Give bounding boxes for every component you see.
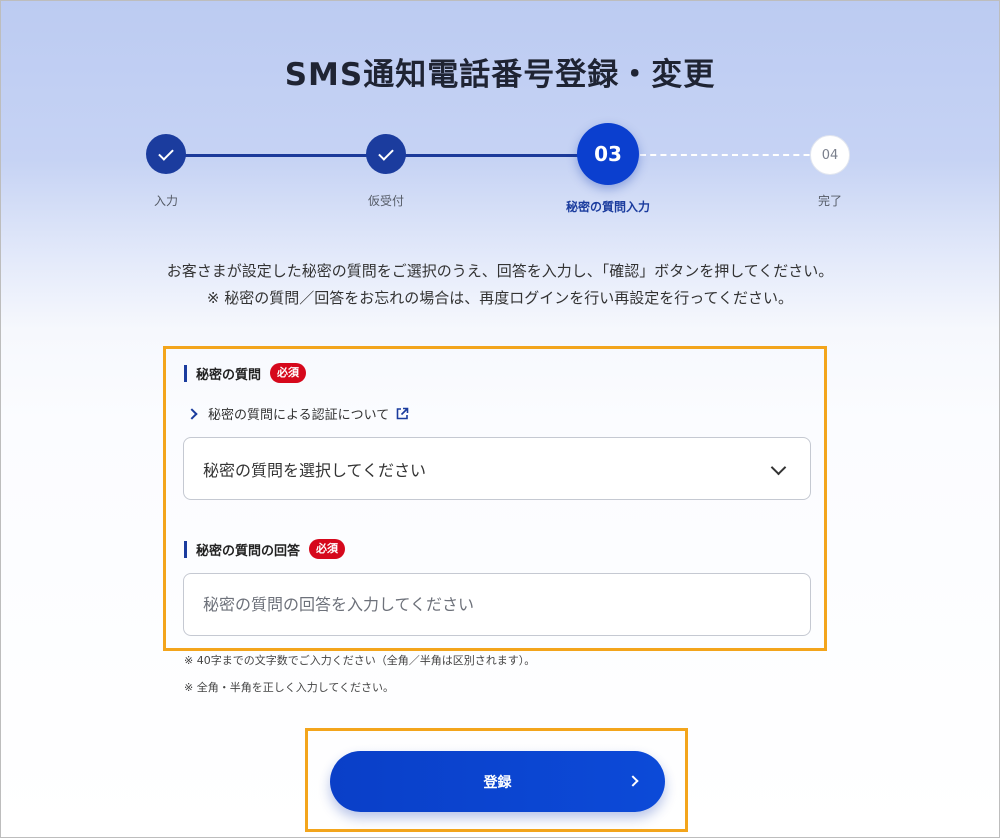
check-icon: [158, 144, 174, 161]
input-note-2: ※ 全角・半角を正しく入力してください。: [184, 681, 395, 694]
label-accent-bar: [184, 540, 187, 558]
secret-question-select[interactable]: 秘密の質問を選択してください: [183, 437, 811, 500]
select-value: 秘密の質問を選択してください: [203, 460, 427, 480]
step-4-todo-circle: 04: [810, 135, 850, 175]
step-2-done-circle: [366, 134, 406, 174]
external-link-icon: [396, 407, 409, 419]
answer-label-text: 秘密の質問の回答: [196, 543, 301, 559]
question-field-label: 秘密の質問 必須: [184, 363, 307, 383]
step-connector-3: [640, 154, 830, 156]
help-link-text: 秘密の質問による認証について: [208, 408, 390, 423]
step-3-current-circle: 03: [577, 123, 639, 185]
question-label-text: 秘密の質問: [196, 367, 262, 383]
secret-answer-input[interactable]: [183, 573, 811, 636]
page-title: SMS通知電話番号登録・変更: [284, 56, 716, 93]
label-accent-bar: [184, 364, 187, 382]
secret-question-help-link[interactable]: 秘密の質問による認証について: [186, 404, 409, 423]
step-3-label: 秘密の質問入力: [565, 200, 650, 214]
check-icon: [378, 144, 394, 161]
instruction-line-1: お客さまが設定した秘密の質問をご選択のうえ、回答を入力し、「確認」ボタンを押して…: [166, 262, 834, 280]
required-badge: 必須: [309, 539, 346, 559]
step-1-done-circle: [146, 134, 186, 174]
step-connector-2: [386, 154, 608, 157]
step-2-label: 仮受付: [367, 194, 404, 208]
instruction-line-2: ※ 秘密の質問／回答をお忘れの場合は、再度ログインを行い再設定を行ってください。: [206, 289, 794, 307]
step-4-label: 完了: [817, 194, 842, 208]
required-badge: 必須: [270, 363, 307, 383]
chevron-right-icon: [627, 775, 639, 787]
register-button-label: 登録: [483, 774, 512, 791]
register-button[interactable]: 登録: [330, 751, 665, 812]
chevron-right-icon: [186, 407, 198, 420]
chevron-down-icon: [770, 459, 787, 476]
step-connector-1: [166, 154, 386, 157]
instructions: お客さまが設定した秘密の質問をご選択のうえ、回答を入力し、「確認」ボタンを押して…: [0, 258, 1000, 312]
answer-field-label: 秘密の質問の回答 必須: [184, 539, 346, 559]
step-1-label: 入力: [153, 194, 178, 208]
input-note-1: ※ 40字までの文字数でご入力ください（全角／半角は区別されます）。: [184, 654, 536, 667]
